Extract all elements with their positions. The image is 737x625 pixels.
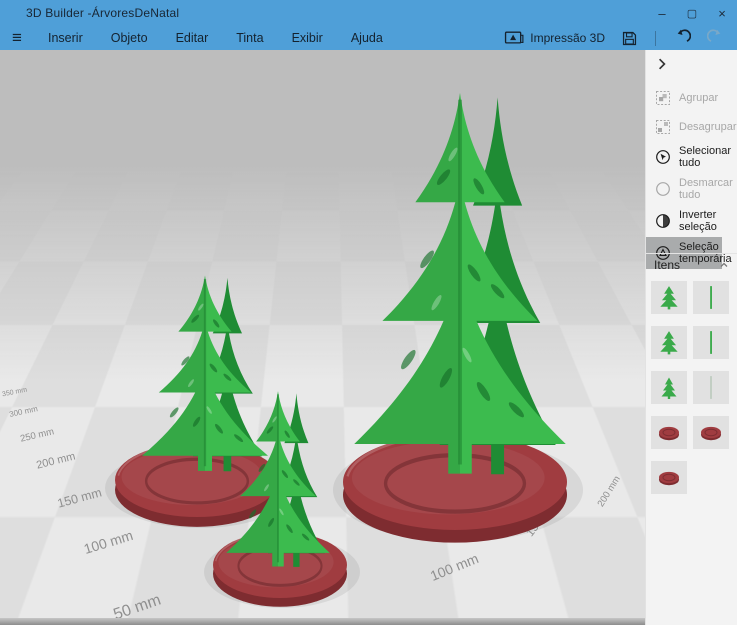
redo-button[interactable] bbox=[701, 29, 731, 47]
3d-scene[interactable] bbox=[0, 50, 645, 625]
menu-exibir[interactable]: Exibir bbox=[278, 26, 337, 50]
chevron-right-icon bbox=[659, 58, 666, 70]
items-list bbox=[651, 281, 729, 494]
undo-icon bbox=[673, 29, 691, 47]
menu-ajuda[interactable]: Ajuda bbox=[337, 26, 397, 50]
group-button[interactable]: Agrupar bbox=[646, 83, 737, 112]
ungroup-label: Desagrupar bbox=[679, 120, 737, 133]
menu-editar[interactable]: Editar bbox=[162, 26, 223, 50]
select-all-button[interactable]: Selecionar tudo bbox=[646, 141, 737, 173]
menu-inserir[interactable]: Inserir bbox=[34, 26, 97, 50]
item-thumbnail-plane-1[interactable] bbox=[693, 281, 729, 314]
printer-3d-icon bbox=[504, 30, 524, 46]
item-thumbnail-tree-1[interactable] bbox=[651, 281, 687, 314]
tree-large[interactable] bbox=[354, 93, 566, 474]
item-thumbnail-plane-2[interactable] bbox=[693, 326, 729, 359]
window-title: 3D Builder -ÁrvoresDeNatal bbox=[26, 6, 180, 20]
menu-tinta[interactable]: Tinta bbox=[222, 26, 277, 50]
group-icon bbox=[655, 90, 671, 106]
minimize-button[interactable]: – bbox=[647, 0, 677, 26]
deselect-all-icon bbox=[655, 181, 671, 197]
undo-button[interactable] bbox=[667, 29, 697, 47]
item-thumbnail-tree-3[interactable] bbox=[651, 371, 687, 404]
plate-front-edge bbox=[0, 618, 645, 625]
item-thumbnail-tree-2[interactable] bbox=[651, 326, 687, 359]
deselect-all-label: Desmarcar tudo bbox=[679, 177, 733, 201]
select-all-icon bbox=[655, 149, 671, 165]
menu-bar: ≡ Inserir Objeto Editar Tinta Exibir Aju… bbox=[0, 26, 737, 50]
save-icon bbox=[621, 30, 638, 47]
selection-panel: Agrupar Desagrupar Selecionar tudo Desma… bbox=[645, 50, 737, 625]
item-thumbnail-disc-3[interactable] bbox=[651, 461, 687, 494]
maximize-button[interactable]: ▢ bbox=[677, 0, 707, 26]
chevron-up-icon bbox=[719, 260, 729, 270]
ungroup-button[interactable]: Desagrupar bbox=[646, 112, 737, 141]
toolbar-separator bbox=[655, 30, 656, 46]
ungroup-icon bbox=[655, 119, 671, 135]
menu-objeto[interactable]: Objeto bbox=[97, 26, 162, 50]
items-header-label: Itens bbox=[654, 257, 681, 272]
title-bar: 3D Builder -ÁrvoresDeNatal – ▢ × bbox=[0, 0, 737, 26]
selection-tools: Agrupar Desagrupar Selecionar tudo Desma… bbox=[646, 83, 737, 269]
app-window: 3D Builder -ÁrvoresDeNatal – ▢ × ≡ Inser… bbox=[0, 0, 737, 625]
group-label: Agrupar bbox=[679, 91, 719, 104]
print-3d-label: Impressão 3D bbox=[530, 31, 605, 45]
invert-selection-icon bbox=[655, 213, 671, 229]
select-all-label: Selecionar tudo bbox=[679, 145, 731, 169]
item-thumbnail-plane-faint[interactable] bbox=[693, 371, 729, 404]
invert-selection-button[interactable]: Inverter seleção bbox=[646, 205, 737, 237]
window-controls: – ▢ × bbox=[647, 0, 737, 26]
toolbar-right: Impressão 3D bbox=[498, 29, 737, 47]
item-thumbnail-disc-2[interactable] bbox=[693, 416, 729, 449]
tree-medium[interactable] bbox=[142, 276, 268, 472]
panel-collapse-button[interactable] bbox=[656, 57, 670, 71]
close-button[interactable]: × bbox=[707, 0, 737, 26]
invert-selection-label: Inverter seleção bbox=[679, 209, 717, 233]
hamburger-icon[interactable]: ≡ bbox=[0, 27, 34, 49]
item-thumbnail-disc-1[interactable] bbox=[651, 416, 687, 449]
save-button[interactable] bbox=[615, 30, 644, 47]
3d-viewport[interactable]: 350 mm 300 mm 250 mm 200 mm 150 mm 100 m… bbox=[0, 50, 645, 625]
print-3d-button[interactable]: Impressão 3D bbox=[498, 30, 611, 46]
deselect-all-button[interactable]: Desmarcar tudo bbox=[646, 173, 737, 205]
redo-icon bbox=[707, 29, 725, 47]
items-section-header[interactable]: Itens bbox=[646, 253, 737, 275]
